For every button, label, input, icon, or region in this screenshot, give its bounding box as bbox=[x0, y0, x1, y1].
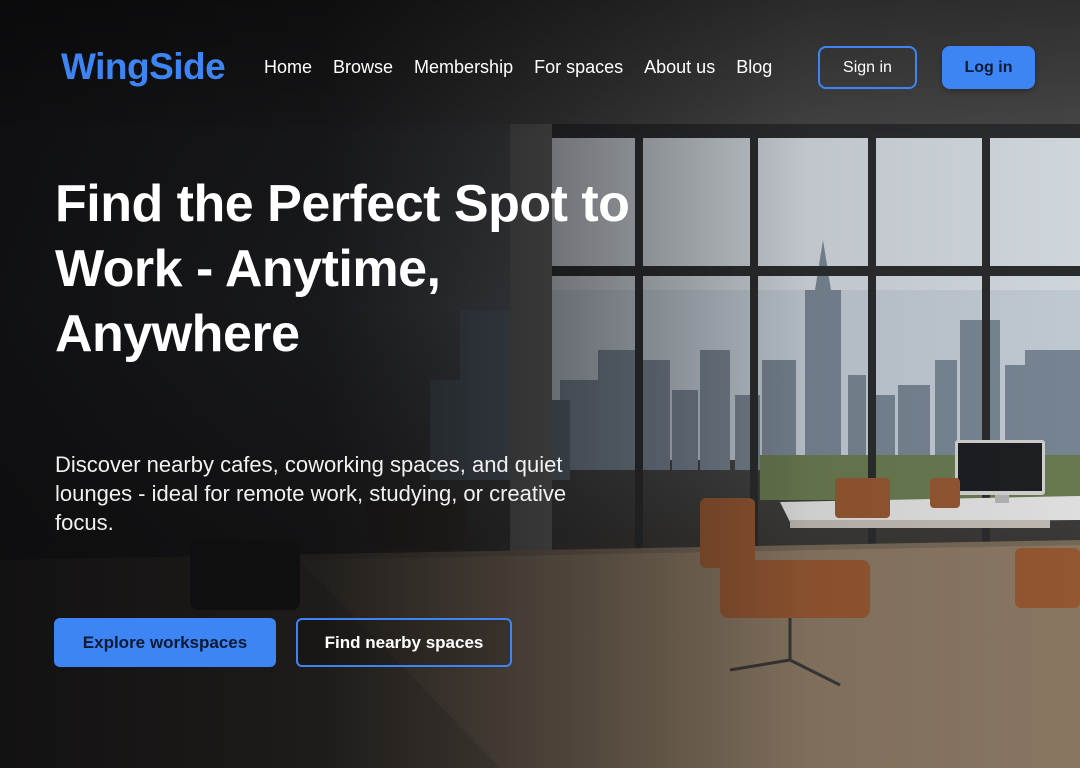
hero-subtitle: Discover nearby cafes, coworking spaces,… bbox=[55, 452, 567, 535]
find-nearby-spaces-button[interactable]: Find nearby spaces bbox=[296, 618, 512, 667]
log-in-button[interactable]: Log in bbox=[942, 46, 1035, 89]
hero-headline: Find the Perfect Spot to Work - Anytime,… bbox=[55, 175, 630, 363]
nav-link-home[interactable]: Home bbox=[264, 57, 312, 78]
brand-logo[interactable]: WingSide bbox=[61, 46, 226, 88]
nav-link-for-spaces[interactable]: For spaces bbox=[534, 57, 623, 78]
main-nav: Home Browse Membership For spaces About … bbox=[264, 57, 793, 78]
nav-link-membership[interactable]: Membership bbox=[414, 57, 513, 78]
nav-link-blog[interactable]: Blog bbox=[736, 57, 772, 78]
nav-link-about-us[interactable]: About us bbox=[644, 57, 715, 78]
sign-in-button[interactable]: Sign in bbox=[818, 46, 917, 89]
explore-workspaces-button[interactable]: Explore workspaces bbox=[54, 618, 276, 667]
site-header: WingSide Home Browse Membership For spac… bbox=[0, 0, 1080, 136]
nav-link-browse[interactable]: Browse bbox=[333, 57, 393, 78]
